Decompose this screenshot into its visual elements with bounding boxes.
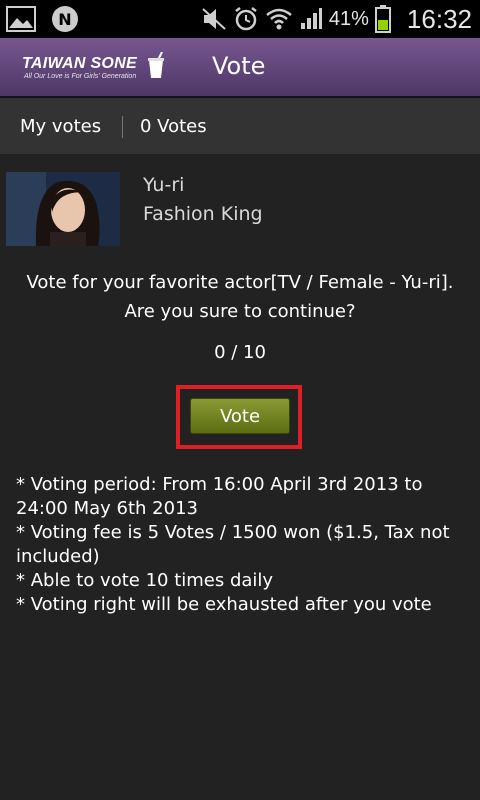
clock-time: 16:32 bbox=[406, 3, 472, 34]
info-line: * Voting right will be exhausted after y… bbox=[16, 594, 432, 615]
info-line: * Voting period: From 16:00 April 3rd 20… bbox=[16, 474, 423, 519]
alarm-icon bbox=[235, 7, 257, 31]
signal-icon bbox=[300, 8, 322, 29]
info-line: * Able to vote 10 times daily bbox=[16, 570, 274, 591]
actor-show-title: Fashion King bbox=[143, 203, 263, 225]
battery-percent: 41% bbox=[328, 7, 369, 30]
confirm-line-2: Are you sure to continue? bbox=[124, 301, 356, 322]
status-bar: N 41% 16:32 bbox=[0, 0, 480, 38]
vote-counter: 0 / 10 bbox=[214, 342, 266, 363]
page-title: Vote bbox=[212, 52, 266, 80]
actor-photo bbox=[6, 172, 120, 246]
n-notification-icon: N bbox=[52, 6, 78, 32]
logo-text: TAIWAN SONE bbox=[22, 55, 138, 72]
vote-button[interactable]: Vote bbox=[190, 398, 290, 434]
info-line: * Voting fee is 5 Votes / 1500 won ($1.5… bbox=[16, 522, 450, 567]
confirm-line-1: Vote for your favorite actor[TV / Female… bbox=[26, 272, 454, 293]
taiwan-sone-logo: TAIWAN SONE All Our Love is For Girls' G… bbox=[22, 52, 168, 84]
my-votes-label: My votes bbox=[20, 116, 102, 137]
vote-confirmation-text: Vote for your favorite actor[TV / Female… bbox=[0, 268, 480, 326]
drink-cup-icon bbox=[148, 52, 164, 78]
battery-icon bbox=[374, 5, 391, 33]
actor-portrait-image bbox=[6, 172, 120, 246]
votes-divider bbox=[122, 116, 123, 138]
app-header: TAIWAN SONE All Our Love is For Girls' G… bbox=[0, 38, 480, 96]
voting-info: * Voting period: From 16:00 April 3rd 20… bbox=[16, 473, 476, 617]
wifi-icon bbox=[266, 8, 292, 30]
gallery-icon bbox=[6, 6, 36, 32]
votes-count: 0 Votes bbox=[140, 116, 207, 137]
actor-name: Yu-ri bbox=[143, 174, 185, 196]
logo-tagline: All Our Love is For Girls' Generation bbox=[24, 73, 137, 80]
my-votes-bar: My votes 0 Votes bbox=[0, 96, 480, 154]
mute-icon bbox=[202, 8, 226, 30]
